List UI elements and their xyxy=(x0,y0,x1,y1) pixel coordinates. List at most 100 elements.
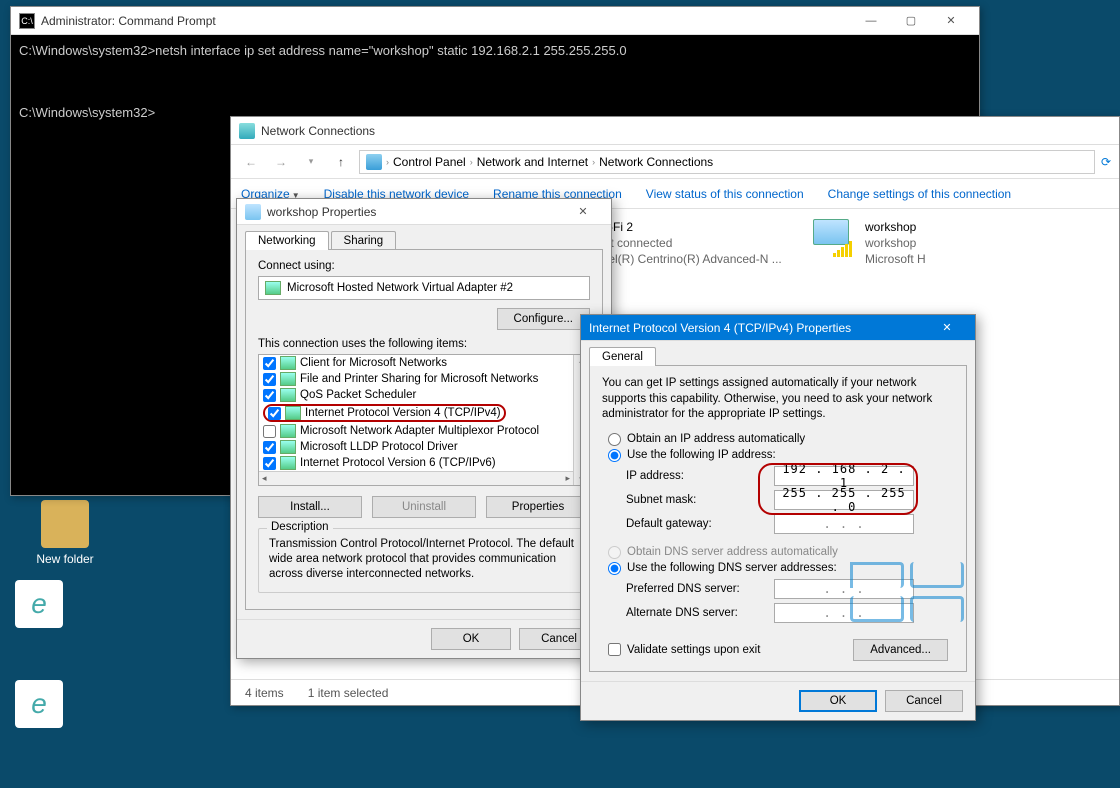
adapter-icon xyxy=(245,204,261,220)
ipv4-intro: You can get IP settings assigned automat… xyxy=(602,376,954,423)
item-checkbox[interactable] xyxy=(263,457,276,470)
cmd-titlebar[interactable]: C:\ Administrator: Command Prompt — ▢ ✕ xyxy=(11,7,979,35)
props-titlebar[interactable]: workshop Properties ✕ xyxy=(237,199,611,225)
description-group: Description Transmission Control Protoco… xyxy=(258,528,590,593)
cmd-icon: C:\ xyxy=(19,13,35,29)
protocol-list[interactable]: Client for Microsoft Networks File and P… xyxy=(258,354,590,486)
nc-titlebar[interactable]: Network Connections xyxy=(231,117,1119,145)
conn-adapter: Intel(R) Centrino(R) Advanced-N ... xyxy=(595,251,782,267)
nav-up[interactable]: ↑ xyxy=(329,150,353,174)
dns2-input[interactable]: . . . xyxy=(774,603,914,623)
change-settings-link[interactable]: Change settings of this connection xyxy=(828,187,1011,201)
status-item-count: 4 items xyxy=(245,686,284,700)
items-label: This connection uses the following items… xyxy=(258,338,590,350)
list-item: Microsoft LLDP Protocol Driver xyxy=(259,439,589,455)
protocol-icon xyxy=(280,424,296,438)
ok-button[interactable]: OK xyxy=(431,628,511,650)
connection-workshop[interactable]: workshop workshop Microsoft H xyxy=(813,219,933,268)
ok-button[interactable]: OK xyxy=(799,690,877,712)
tab-general[interactable]: General xyxy=(589,347,656,366)
list-item: Client for Microsoft Networks xyxy=(259,355,589,371)
item-checkbox[interactable] xyxy=(263,389,276,402)
scroll-right-icon[interactable]: ▸ xyxy=(565,473,570,484)
desktop-icon-3[interactable]: e xyxy=(4,580,74,632)
tab-sharing[interactable]: Sharing xyxy=(331,231,397,250)
folder-label: New folder xyxy=(30,552,100,566)
props-title: workshop Properties xyxy=(267,205,563,219)
nav-forward[interactable]: → xyxy=(269,150,293,174)
close-button[interactable]: ✕ xyxy=(927,315,967,341)
configure-button[interactable]: Configure... xyxy=(497,308,590,330)
ip-label: IP address: xyxy=(626,470,766,482)
conn-adapter: Microsoft H xyxy=(865,251,926,267)
conn-name: Wi-Fi 2 xyxy=(595,219,782,235)
cancel-button[interactable]: Cancel xyxy=(885,690,963,712)
checkbox-input[interactable] xyxy=(608,643,621,656)
item-checkbox[interactable] xyxy=(263,357,276,370)
close-button[interactable]: ✕ xyxy=(563,199,603,225)
crumb-cp[interactable]: Control Panel xyxy=(393,155,466,169)
item-checkbox[interactable] xyxy=(263,441,276,454)
desktop-icon-4[interactable]: e xyxy=(4,680,74,732)
desktop-new-folder[interactable]: New folder xyxy=(30,500,100,566)
scroll-left-icon[interactable]: ◂ xyxy=(262,473,267,484)
protocol-icon xyxy=(280,388,296,402)
dns1-input[interactable]: . . . xyxy=(774,579,914,599)
item-checkbox[interactable] xyxy=(268,407,281,420)
minimize-button[interactable]: — xyxy=(851,8,891,34)
item-checkbox[interactable] xyxy=(263,373,276,386)
close-button[interactable]: ✕ xyxy=(931,8,971,34)
tab-networking[interactable]: Networking xyxy=(245,231,329,250)
gw-input[interactable]: . . . xyxy=(774,514,914,534)
nav-back[interactable]: ← xyxy=(239,150,263,174)
refresh-icon[interactable]: ⟳ xyxy=(1101,155,1111,169)
status-selected-count: 1 item selected xyxy=(308,686,389,700)
list-item-ipv4: Internet Protocol Version 4 (TCP/IPv4) xyxy=(259,403,589,423)
ipv4-titlebar[interactable]: Internet Protocol Version 4 (TCP/IPv4) P… xyxy=(581,315,975,341)
ipv4-tab-body: You can get IP settings assigned automat… xyxy=(589,365,967,672)
radio-static-ip[interactable]: Use the following IP address: xyxy=(608,449,948,462)
gw-label: Default gateway: xyxy=(626,518,766,530)
crumb-net[interactable]: Network and Internet xyxy=(477,155,588,169)
uninstall-button: Uninstall xyxy=(372,496,476,518)
item-label: Microsoft LLDP Protocol Driver xyxy=(300,441,458,453)
workshop-icon xyxy=(813,219,857,255)
desc-legend: Description xyxy=(267,521,333,533)
breadcrumb[interactable]: › Control Panel › Network and Internet ›… xyxy=(359,150,1095,174)
ip-input[interactable]: 192 . 168 . 2 . 1 xyxy=(774,466,914,486)
adapter-field: Microsoft Hosted Network Virtual Adapter… xyxy=(258,276,590,300)
nc-toolbar: ← → ▾ ↑ › Control Panel › Network and In… xyxy=(231,145,1119,179)
install-button[interactable]: Install... xyxy=(258,496,362,518)
radio-input[interactable] xyxy=(608,433,621,446)
folder-icon xyxy=(41,500,89,548)
radio-static-dns[interactable]: Use the following DNS server addresses: xyxy=(608,562,948,575)
protocol-icon xyxy=(280,372,296,386)
nc-title: Network Connections xyxy=(261,124,1111,138)
view-status-link[interactable]: View status of this connection xyxy=(646,187,804,201)
item-label: File and Printer Sharing for Microsoft N… xyxy=(300,373,538,385)
protocol-icon xyxy=(280,356,296,370)
mask-input[interactable]: 255 . 255 . 255 . 0 xyxy=(774,490,914,510)
properties-button[interactable]: Properties xyxy=(486,496,590,518)
radio-input[interactable] xyxy=(608,562,621,575)
maximize-button[interactable]: ▢ xyxy=(891,8,931,34)
validate-checkbox[interactable]: Validate settings upon exit xyxy=(608,643,760,656)
connect-using-label: Connect using: xyxy=(258,260,590,272)
ipv4-title: Internet Protocol Version 4 (TCP/IPv4) P… xyxy=(589,321,927,335)
mask-label: Subnet mask: xyxy=(626,494,766,506)
cp-icon xyxy=(366,154,382,170)
crumb-nc[interactable]: Network Connections xyxy=(599,155,713,169)
hscrollbar[interactable]: ◂▸ xyxy=(259,471,573,485)
protocol-icon xyxy=(280,456,296,470)
props-tab-body: Connect using: Microsoft Hosted Network … xyxy=(245,249,603,610)
item-checkbox[interactable] xyxy=(263,425,276,438)
radio-auto-ip[interactable]: Obtain an IP address automatically xyxy=(608,433,948,446)
dns1-label: Preferred DNS server: xyxy=(626,583,766,595)
advanced-button[interactable]: Advanced... xyxy=(853,639,948,661)
app-icon: e xyxy=(15,580,63,628)
item-label: Internet Protocol Version 4 (TCP/IPv4) xyxy=(305,407,501,419)
crumb-sep: › xyxy=(386,157,389,167)
radio-input[interactable] xyxy=(608,449,621,462)
dns2-label: Alternate DNS server: xyxy=(626,607,766,619)
nav-recent[interactable]: ▾ xyxy=(299,150,323,174)
